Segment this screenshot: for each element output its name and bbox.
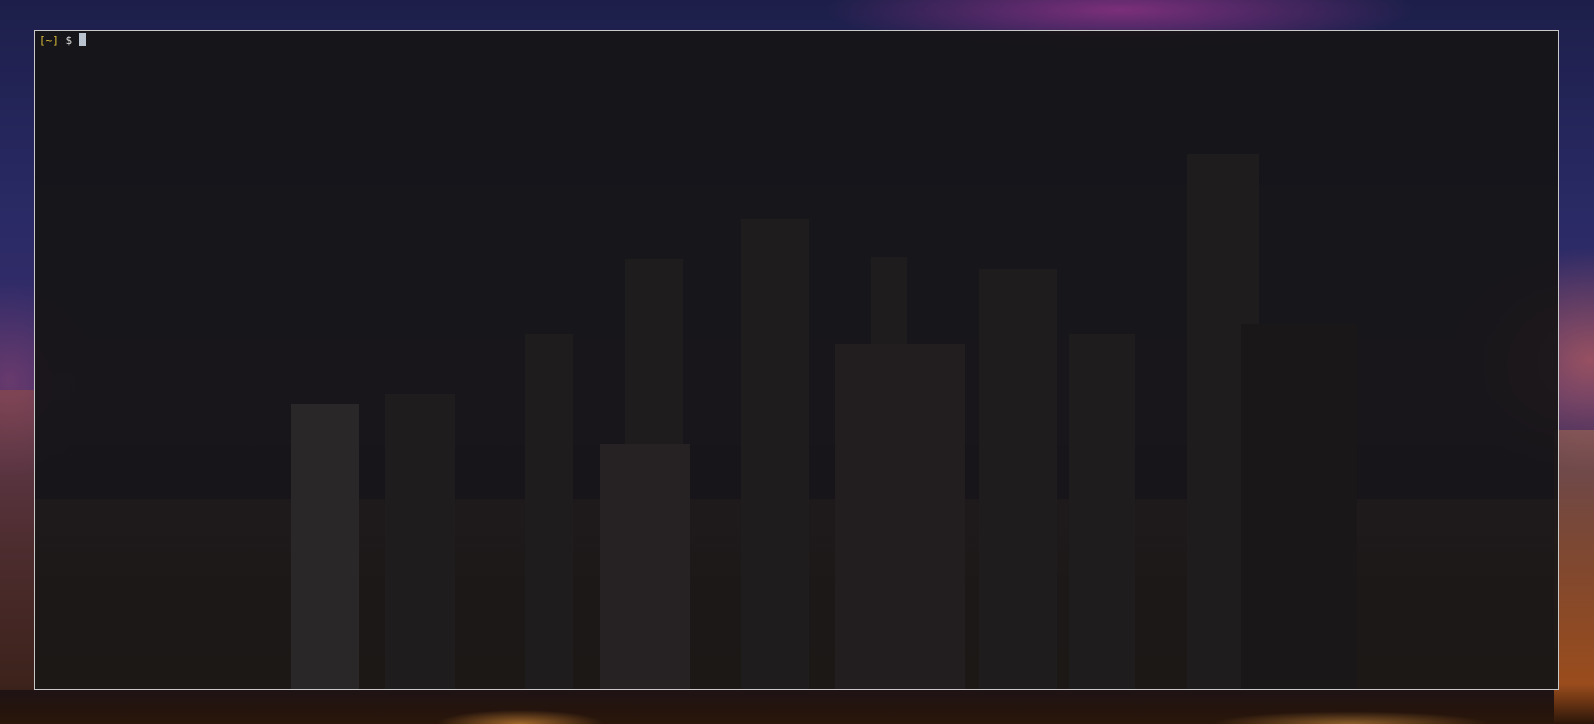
wallpaper-skyline xyxy=(35,149,1558,689)
prompt-directory: [~] xyxy=(39,34,59,47)
wallpaper-city-lights xyxy=(0,684,1594,724)
desktop: [~] $ xyxy=(0,0,1594,724)
wallpaper-left-lights xyxy=(0,390,36,690)
text-cursor xyxy=(78,33,86,46)
prompt-symbol: $ xyxy=(65,34,73,47)
terminal-prompt-line[interactable]: [~] $ xyxy=(39,33,86,48)
wallpaper-right-lights xyxy=(1554,430,1594,724)
terminal-window[interactable]: [~] $ xyxy=(34,30,1559,690)
